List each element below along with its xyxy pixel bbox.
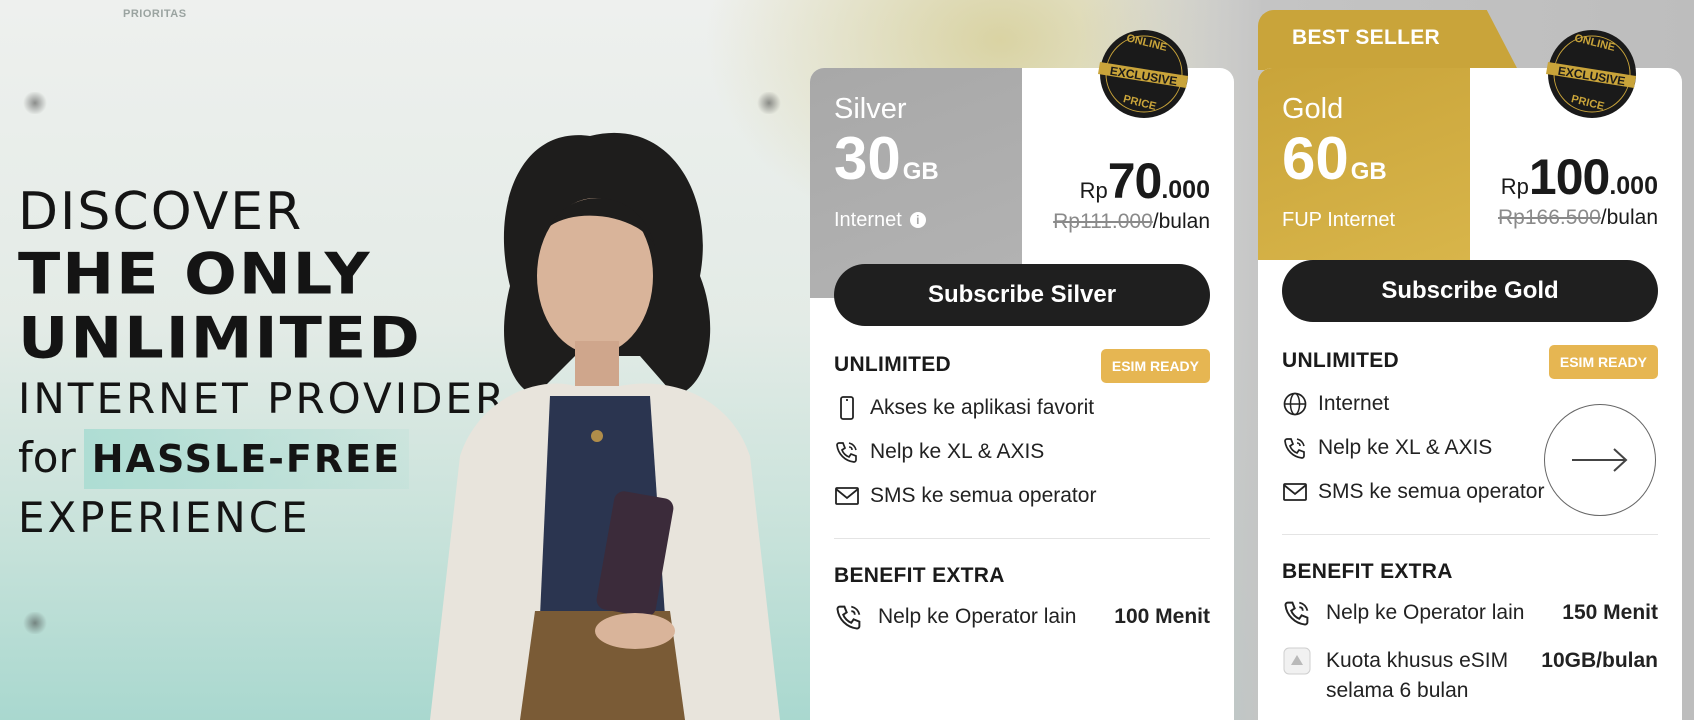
price-old: Rp166.500/bulan: [1498, 206, 1658, 230]
mail-icon: [835, 487, 859, 505]
price-current: Rp70.000: [1053, 152, 1210, 210]
benefit-item: Nelp ke Operator lain 150 Menit: [1282, 598, 1658, 628]
benefit-note: selama 6 bulan: [1326, 679, 1469, 702]
unlimited-title: UNLIMITED: [1282, 349, 1400, 372]
price-big: 100: [1528, 149, 1610, 205]
price-big: 70: [1107, 153, 1163, 209]
price-period: /bulan: [1600, 206, 1658, 229]
phone-icon: [840, 396, 854, 420]
info-icon[interactable]: i: [909, 212, 926, 228]
feature-item: SMS ke semua operator: [834, 483, 1096, 509]
blur-dot: [22, 612, 48, 634]
plan-quota: 30GB: [834, 126, 1022, 205]
plan-type: FUP Internet: [1282, 207, 1470, 233]
quota-unit: GB: [1350, 158, 1387, 185]
esim-ready-badge: ESIM READY: [1548, 345, 1658, 379]
benefit-label: Nelp ke Operator lain: [1326, 601, 1525, 624]
benefit-label: Kuota khusus eSIM selama 6 bulan: [1326, 646, 1541, 706]
next-slide-button[interactable]: [1544, 404, 1656, 516]
call-icon: [836, 605, 861, 630]
benefit-item: Nelp ke Operator lain 100 Menit: [834, 602, 1210, 632]
logo[interactable]: PRIORITAS: [123, 8, 187, 20]
plan-name: Silver: [834, 93, 907, 125]
feature-label: Akses ke aplikasi favorit: [870, 396, 1095, 419]
feature-label: Nelp ke XL & AXIS: [870, 440, 1045, 463]
best-seller-ribbon: BEST SELLER: [1258, 10, 1518, 70]
call-icon: [836, 442, 857, 463]
price-old: Rp111.000/bulan: [1053, 210, 1210, 234]
plan-card-silver: Silver 30GB Internet i Rp70.000 Rp111.000…: [810, 68, 1234, 720]
mail-icon: [1283, 483, 1307, 501]
divider: [834, 538, 1210, 539]
esim-icon: [1283, 647, 1311, 675]
price-small: .000: [1161, 176, 1210, 204]
feature-label: SMS ke semua operator: [870, 484, 1097, 507]
feature-item: Nelp ke XL & AXIS: [1282, 435, 1492, 461]
divider: [1282, 534, 1658, 535]
unlimited-title: UNLIMITED: [834, 353, 952, 376]
feature-label: SMS ke semua operator: [1318, 480, 1545, 503]
price-current: Rp100.000: [1498, 148, 1658, 206]
feature-item: SMS ke semua operator: [1282, 479, 1544, 505]
price-currency: Rp: [1079, 178, 1108, 203]
feature-item: Internet: [1282, 391, 1389, 417]
blur-dot: [22, 92, 48, 114]
globe-icon: [1283, 392, 1307, 416]
plan-type: Internet i: [834, 207, 1022, 233]
plan-type-label: FUP Internet: [1282, 209, 1396, 231]
quota-unit: GB: [902, 158, 939, 185]
call-icon: [1284, 438, 1305, 459]
feature-label: Internet: [1318, 392, 1390, 415]
quota-value: 60: [1282, 125, 1349, 192]
benefit-title: BENEFIT EXTRA: [834, 564, 1005, 587]
esim-ready-badge: ESIM READY: [1100, 349, 1210, 383]
plan-price: Rp100.000 Rp166.500/bulan: [1498, 148, 1658, 230]
plan-price: Rp70.000 Rp111.000/bulan: [1053, 152, 1210, 234]
headline-highlight: HASSLE-FREE: [83, 429, 410, 489]
benefit-label: Nelp ke Operator lain: [878, 605, 1077, 628]
subscribe-gold-button[interactable]: Subscribe Gold: [1282, 260, 1658, 322]
price-currency: Rp: [1500, 174, 1529, 199]
plan-name: Gold: [1282, 93, 1344, 125]
benefit-value: 150 Menit: [1562, 601, 1658, 624]
benefit-value: 10GB/bulan: [1541, 649, 1658, 672]
feature-label: Nelp ke XL & AXIS: [1318, 436, 1493, 459]
quota-value: 30: [834, 125, 901, 192]
headline-for: for: [18, 433, 76, 482]
plan-quota-panel: Gold 60GB FUP Internet: [1258, 68, 1470, 260]
benefit-title: BENEFIT EXTRA: [1282, 560, 1453, 583]
subscribe-silver-button[interactable]: Subscribe Silver: [834, 264, 1210, 326]
hero-woman-image: [430, 132, 780, 720]
benefit-label-text: Kuota khusus eSIM: [1326, 649, 1509, 672]
call-icon: [1284, 601, 1309, 626]
benefit-item: Kuota khusus eSIM selama 6 bulan 10GB/bul…: [1282, 646, 1658, 706]
online-exclusive-seal: ONLINE EXCLUSIVE PRICE: [1546, 30, 1636, 118]
plan-type-label: Internet: [834, 209, 902, 231]
plan-card-gold: Gold 60GB FUP Internet Rp100.000 Rp166.5…: [1258, 68, 1682, 720]
arrow-right-icon: [1572, 448, 1628, 472]
price-small: .000: [1609, 172, 1658, 200]
online-exclusive-seal: ONLINE EXCLUSIVE PRICE: [1098, 30, 1188, 118]
price-period: /bulan: [1152, 210, 1210, 233]
benefit-value: 100 Menit: [1114, 605, 1210, 628]
old-price: Rp166.500: [1498, 206, 1601, 229]
feature-item: Akses ke aplikasi favorit: [834, 395, 1094, 421]
old-price: Rp111.000: [1053, 210, 1153, 233]
plan-quota: 60GB: [1282, 126, 1470, 205]
feature-item: Nelp ke XL & AXIS: [834, 439, 1044, 465]
